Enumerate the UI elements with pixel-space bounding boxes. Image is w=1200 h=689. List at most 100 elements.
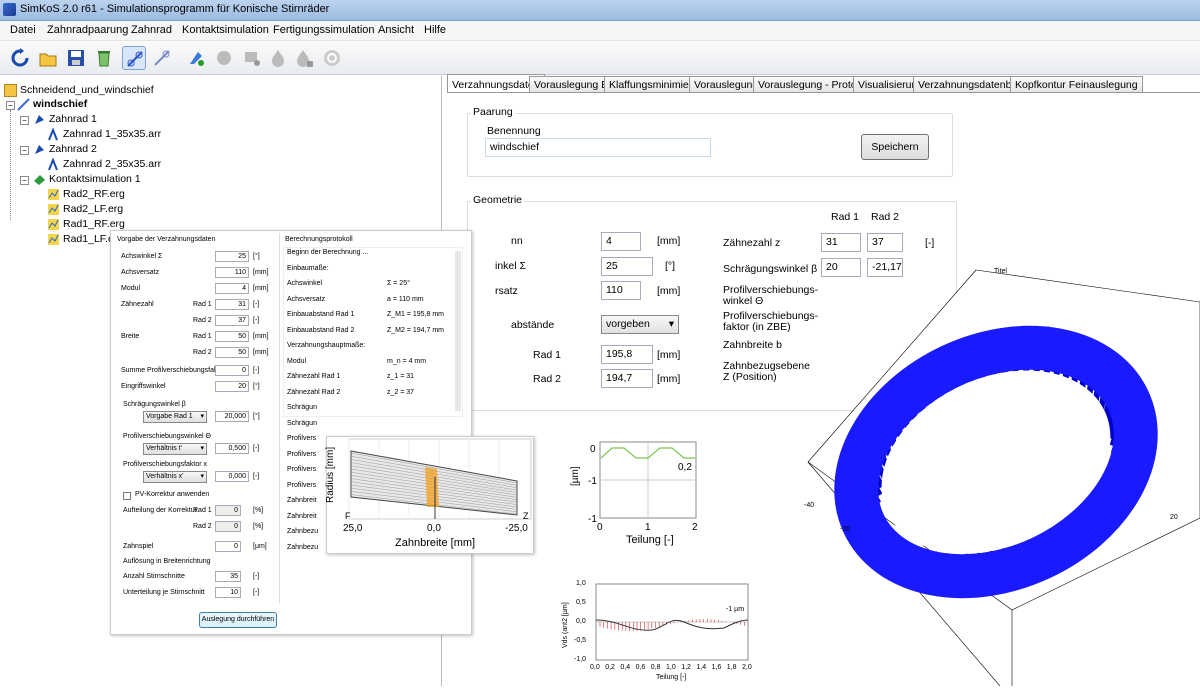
toolbar	[0, 41, 1200, 75]
menu-datei[interactable]: Datei	[10, 24, 36, 36]
benennung-input[interactable]: windschief	[485, 138, 711, 157]
spiel-input[interactable]: 0	[215, 541, 241, 552]
vorgabe-sub: Rad 1	[193, 333, 212, 340]
achswinkel-input[interactable]: 25	[601, 257, 653, 276]
vorgabe-input[interactable]: 25	[215, 251, 249, 262]
gear-3d-plot	[800, 262, 1200, 686]
z1-input[interactable]: 31	[821, 233, 861, 252]
vorgabe-sub: Rad 2	[193, 317, 212, 324]
pv-checkbox[interactable]	[123, 492, 131, 500]
tree-contact[interactable]: Kontaktsimulation 1	[49, 173, 141, 185]
stirn-input[interactable]: 35	[215, 571, 241, 582]
tab-kopfkontur[interactable]: Kopfkontur Feinauslegung	[1010, 76, 1143, 93]
vorgabe-input[interactable]: 31	[215, 299, 249, 310]
menu-zahnradpaarung[interactable]: Zahnradpaarung	[47, 24, 128, 36]
refresh-icon[interactable]	[8, 46, 32, 70]
tee-ylabel: Vds (ant2 [µm]	[562, 602, 569, 648]
collapse-icon[interactable]: −	[20, 176, 29, 185]
vorgabe-input[interactable]: 0	[215, 365, 249, 376]
auslegung-button[interactable]: Auslegung durchführen	[199, 612, 277, 628]
protokoll-line-value: z_2 = 37	[387, 389, 414, 396]
vorgabe-unit: [mm]	[253, 333, 269, 340]
new-gear-pair-icon[interactable]	[122, 46, 146, 70]
vorgabe-input[interactable]: 20	[215, 381, 249, 392]
z2-input[interactable]: 37	[867, 233, 903, 252]
gear-pair-icon[interactable]	[150, 46, 174, 70]
speichern-button[interactable]: Speichern	[861, 134, 929, 160]
auf1-input[interactable]: 0	[215, 505, 241, 516]
tee-xlabel: Teilung [-]	[656, 674, 686, 681]
pv-faktor-label: Profilverschiebungs-faktor (in ZBE)	[723, 311, 803, 333]
abstaende-select[interactable]: vorgeben▾	[601, 315, 679, 334]
sim-add-icon[interactable]	[240, 46, 264, 70]
menu-ansicht[interactable]: Ansicht	[378, 24, 414, 36]
auf2-unit: [%]	[253, 523, 263, 530]
flank-xlabel: Zahnbreite [mm]	[395, 537, 475, 549]
reset-icon[interactable]	[320, 46, 344, 70]
fire-icon[interactable]	[266, 46, 290, 70]
aufteilung-label: Aufteilung der Korrektur	[123, 507, 197, 514]
beta-select-value: Vorgabe Rad 1	[146, 413, 193, 420]
collapse-icon[interactable]: −	[20, 146, 29, 155]
beta-input[interactable]: 20,000	[215, 411, 249, 422]
achsversatz-input[interactable]: 110	[601, 281, 641, 300]
tree-gear1-file[interactable]: Zahnrad 1_35x35.arr	[63, 128, 161, 140]
protokoll-line-label: Zahnbezu	[287, 528, 318, 535]
vorgabe-unit: [-]	[253, 367, 259, 374]
new-gear-icon[interactable]	[184, 46, 208, 70]
pitch-xtick: 0	[597, 522, 603, 533]
einbau-rad1-input[interactable]: 195,8	[601, 345, 653, 364]
protokoll-line-label: Einbauabstand Rad 1	[287, 311, 354, 318]
x-input[interactable]: 0,000	[215, 471, 249, 482]
auf2-input[interactable]: 0	[215, 521, 241, 532]
auf1-sub: Rad 1	[193, 507, 212, 514]
menu-zahnrad[interactable]: Zahnrad	[131, 24, 172, 36]
theta-select[interactable]: Verhältnis t'▾	[143, 443, 207, 455]
protokoll-line-label: Zahnbreit	[287, 513, 317, 520]
beta-unit: [°]	[253, 413, 260, 420]
stirn-unit: [-]	[253, 573, 259, 580]
vorgabe-unit: [°]	[253, 253, 260, 260]
auf1-unit: [%]	[253, 507, 263, 514]
pitch-xtick: 1	[645, 522, 651, 533]
collapse-icon[interactable]: −	[6, 101, 15, 110]
fire-add-icon[interactable]	[292, 46, 316, 70]
tree-result[interactable]: Rad2_LF.erg	[63, 203, 123, 215]
vorgabe-input[interactable]: 50	[215, 347, 249, 358]
protokoll-line-label: Achsversatz	[287, 296, 325, 303]
recycle-bin-icon[interactable]	[92, 46, 116, 70]
contact-icon	[33, 173, 46, 186]
tree-result[interactable]: Rad2_RF.erg	[63, 188, 125, 200]
protokoll-scrollbar[interactable]	[455, 251, 461, 411]
tree-gear1[interactable]: Zahnrad 1	[49, 113, 97, 125]
pitch-ylabel: [µm]	[570, 466, 581, 486]
beta-select[interactable]: Vorgabe Rad 1▾	[143, 411, 207, 423]
vorgabe-input[interactable]: 50	[215, 331, 249, 342]
modul-input[interactable]: 4	[601, 232, 641, 251]
tree-gear2[interactable]: Zahnrad 2	[49, 143, 97, 155]
tree-result[interactable]: Rad1_RF.erg	[63, 218, 125, 230]
vorgabe-unit: [mm]	[253, 269, 269, 276]
einbau-rad1-label: Rad 1	[533, 349, 561, 361]
menu-fertigungssimulation[interactable]: Fertigungssimulation	[273, 24, 375, 36]
vorgabe-input[interactable]: 110	[215, 267, 249, 278]
theta-input[interactable]: 0,500	[215, 443, 249, 454]
vorgabe-input[interactable]: 37	[215, 315, 249, 326]
flank-left-label: F	[345, 511, 351, 521]
collapse-icon[interactable]: −	[20, 116, 29, 125]
einbau-rad2-input[interactable]: 194,7	[601, 369, 653, 388]
save-icon[interactable]	[64, 46, 88, 70]
vorgabe-input[interactable]: 4	[215, 283, 249, 294]
tree-pair[interactable]: windschief	[33, 98, 87, 110]
menu-kontaktsimulation[interactable]: Kontaktsimulation	[182, 24, 269, 36]
unter-input[interactable]: 10	[215, 587, 241, 598]
tee-xtick: 0,6	[636, 664, 646, 671]
menu-hilfe[interactable]: Hilfe	[424, 24, 446, 36]
zahnbreite-label: Zahnbreite b	[723, 339, 782, 351]
contact-sim-icon[interactable]	[212, 46, 236, 70]
tree-root[interactable]: Schneidend_und_windschief	[20, 84, 154, 96]
protokoll-line-label: Zähnezahl Rad 1	[287, 373, 340, 380]
tree-gear2-file[interactable]: Zahnrad 2_35x35.arr	[63, 158, 161, 170]
x-select[interactable]: Verhältnis x'▾	[143, 471, 207, 483]
open-folder-icon[interactable]	[36, 46, 60, 70]
